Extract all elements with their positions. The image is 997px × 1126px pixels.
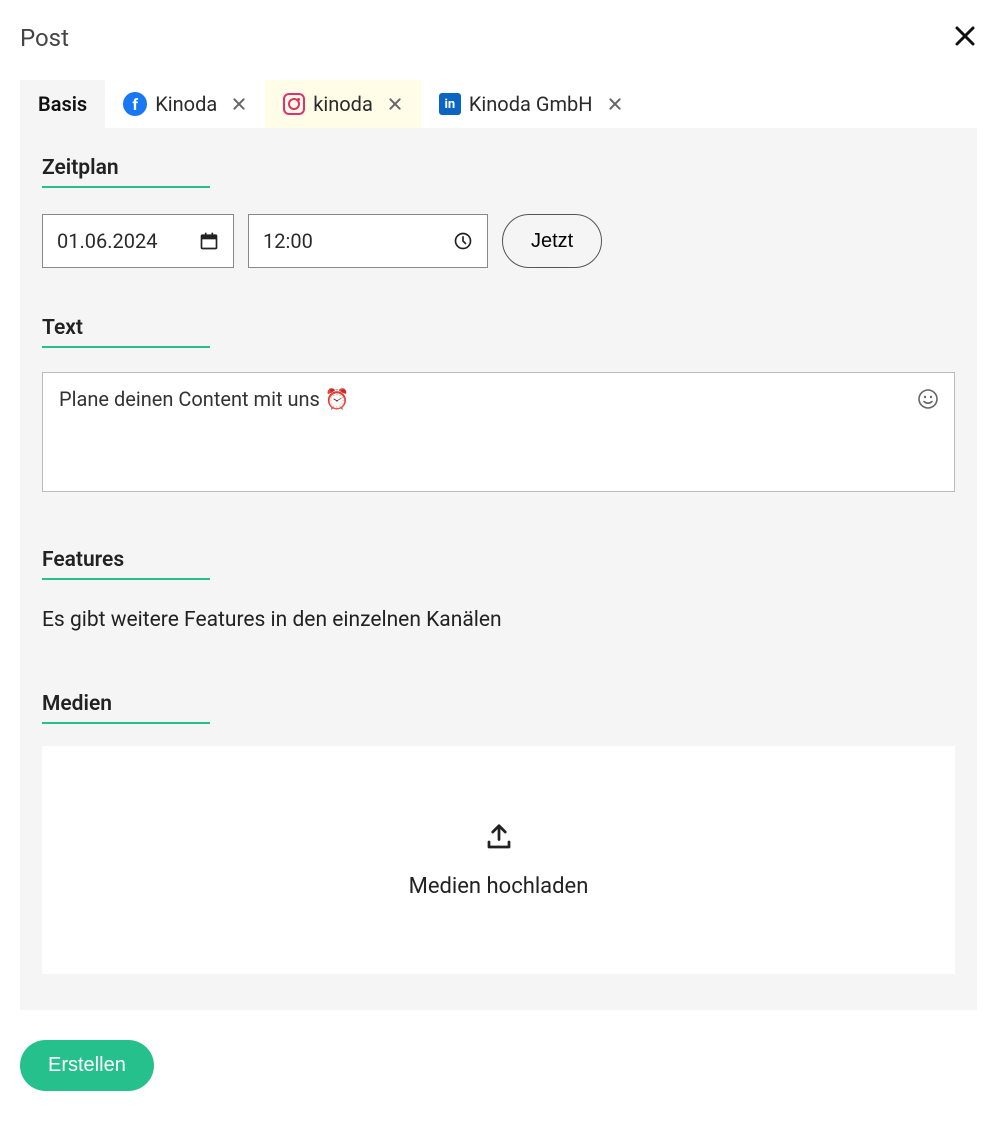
smile-icon [916, 387, 940, 411]
facebook-icon: f [123, 92, 147, 116]
text-heading: Text [42, 316, 210, 348]
upload-icon [484, 822, 514, 856]
media-upload-area[interactable]: Medien hochladen [42, 746, 955, 974]
tab-linkedin-label: Kinoda GmbH [469, 92, 593, 116]
clock-icon [453, 231, 473, 251]
tab-instagram-label: kinoda [313, 92, 373, 116]
post-text-input[interactable]: Plane deinen Content mit uns ⏰ [42, 372, 955, 492]
tab-instagram[interactable]: kinoda [265, 80, 421, 128]
instagram-icon [283, 93, 305, 115]
tab-facebook[interactable]: f Kinoda [105, 80, 265, 128]
time-value: 12:00 [263, 229, 313, 253]
close-icon [953, 24, 977, 48]
calendar-icon [199, 231, 219, 251]
create-button[interactable]: Erstellen [20, 1040, 154, 1091]
tab-basis[interactable]: Basis [20, 80, 105, 128]
tab-facebook-label: Kinoda [155, 92, 217, 116]
schedule-heading: Zeitplan [42, 156, 210, 188]
media-upload-label: Medien hochladen [409, 874, 589, 899]
date-input[interactable]: 01.06.2024 [42, 214, 234, 268]
features-heading: Features [42, 548, 210, 580]
date-value: 01.06.2024 [57, 229, 157, 253]
close-tab-facebook[interactable] [231, 96, 247, 112]
time-input[interactable]: 12:00 [248, 214, 488, 268]
tab-basis-label: Basis [38, 92, 87, 116]
channel-tabs: Basis f Kinoda kinoda in Kinoda GmbH [0, 80, 997, 128]
close-tab-instagram[interactable] [387, 96, 403, 112]
close-icon [607, 96, 623, 112]
media-heading: Medien [42, 692, 210, 724]
close-icon [231, 96, 247, 112]
features-info-text: Es gibt weitere Features in den einzelne… [42, 608, 955, 632]
emoji-picker-button[interactable] [916, 387, 940, 416]
tab-linkedin[interactable]: in Kinoda GmbH [421, 80, 641, 128]
close-button[interactable] [953, 24, 977, 48]
linkedin-icon: in [439, 93, 461, 115]
now-button[interactable]: Jetzt [502, 214, 602, 268]
close-tab-linkedin[interactable] [607, 96, 623, 112]
dialog-title: Post [20, 24, 69, 52]
post-text-content: Plane deinen Content mit uns ⏰ [59, 387, 350, 411]
close-icon [387, 96, 403, 112]
